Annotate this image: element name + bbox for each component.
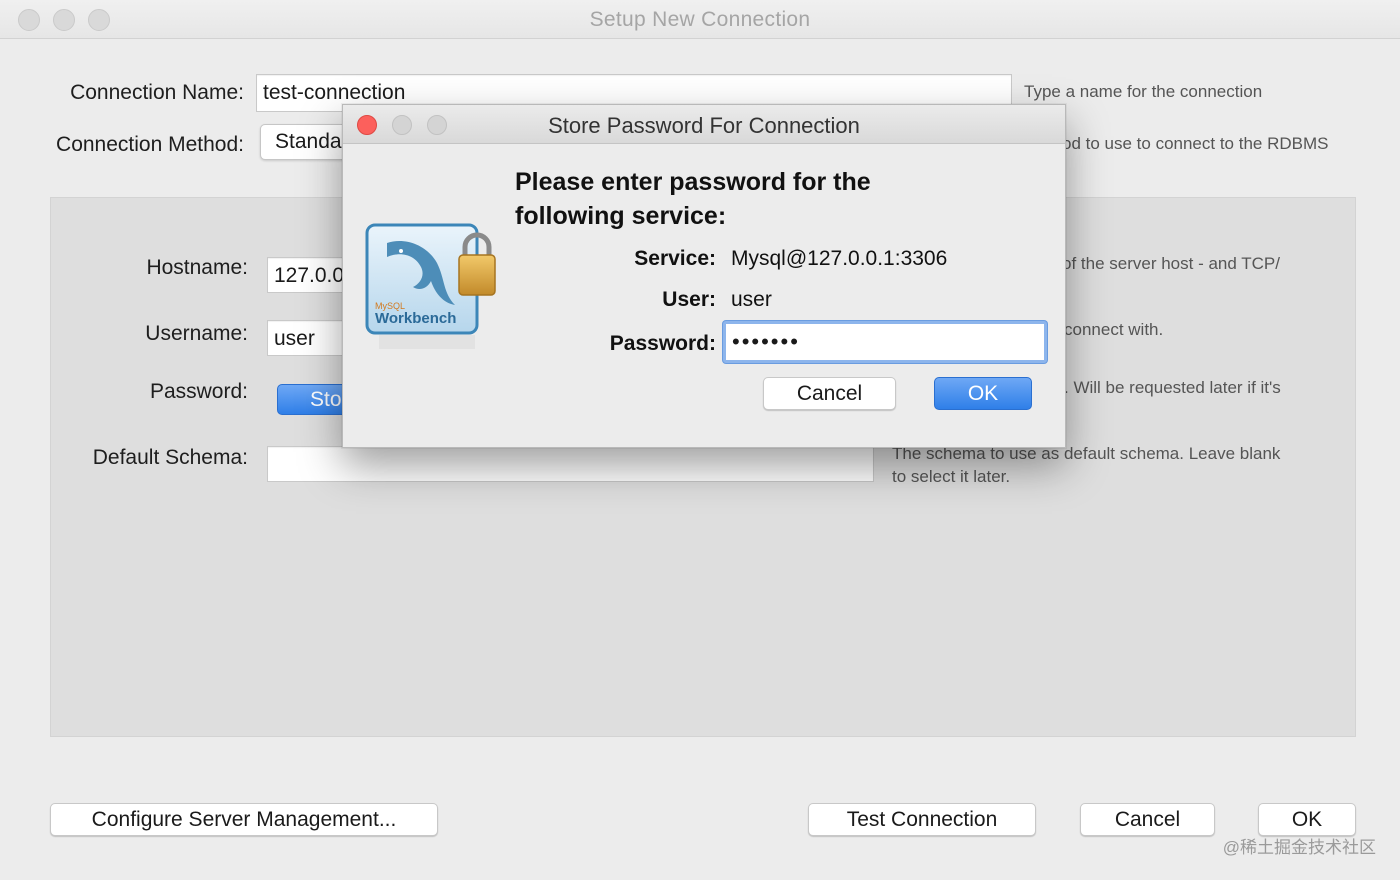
service-value: Mysql@127.0.0.1:3306 <box>731 247 948 270</box>
mysql-workbench-lock-icon: MySQL Workbench <box>365 223 505 353</box>
connection-name-label: Connection Name: <box>70 81 244 104</box>
window-titlebar: Setup New Connection <box>0 0 1400 39</box>
user-value: user <box>731 288 772 311</box>
default-schema-hint-line2: to select it later. <box>892 467 1011 486</box>
watermark: @稀土掘金技术社区 <box>1222 838 1376 857</box>
default-schema-hint: The schema to use as default schema. Lea… <box>892 442 1280 488</box>
password-hint: . Will be requested later if it's <box>1064 378 1281 397</box>
dialog-cancel-button[interactable]: Cancel <box>763 377 896 410</box>
dialog-title: Store Password For Connection <box>548 113 860 138</box>
logo-text: Workbench <box>375 310 456 327</box>
connection-method-label: Connection Method: <box>56 133 244 156</box>
hostname-label: Hostname: <box>146 256 248 279</box>
dialog-titlebar: Store Password For Connection <box>343 105 1065 144</box>
connection-name-hint: Type a name for the connection <box>1024 82 1263 101</box>
default-schema-label: Default Schema: <box>92 446 248 469</box>
store-password-dialog: Store Password For Connection MySQL Work… <box>342 104 1066 448</box>
dialog-password-input[interactable]: ••••••• <box>723 321 1047 363</box>
dialog-ok-button[interactable]: OK <box>934 377 1032 410</box>
dialog-prompt: Please enter password for the following … <box>515 165 871 233</box>
test-connection-button[interactable]: Test Connection <box>808 803 1036 836</box>
password-label: Password: <box>149 380 248 403</box>
service-label: Service: <box>634 247 716 270</box>
dialog-password-label: Password: <box>609 332 716 355</box>
cancel-button[interactable]: Cancel <box>1080 803 1215 836</box>
ok-button[interactable]: OK <box>1258 803 1356 836</box>
configure-server-management-button[interactable]: Configure Server Management... <box>50 803 438 836</box>
window-title: Setup New Connection <box>589 8 811 31</box>
hostname-hint: of the server host - and TCP/ <box>1062 254 1280 273</box>
default-schema-input[interactable] <box>267 446 874 482</box>
dialog-prompt-line1: Please enter password for the <box>515 168 871 196</box>
username-hint: connect with. <box>1064 320 1164 339</box>
username-label: Username: <box>145 322 248 345</box>
dialog-prompt-line2: following service: <box>515 202 727 230</box>
connection-method-hint: od to use to connect to the RDBMS <box>1062 134 1329 153</box>
user-label: User: <box>662 288 716 311</box>
